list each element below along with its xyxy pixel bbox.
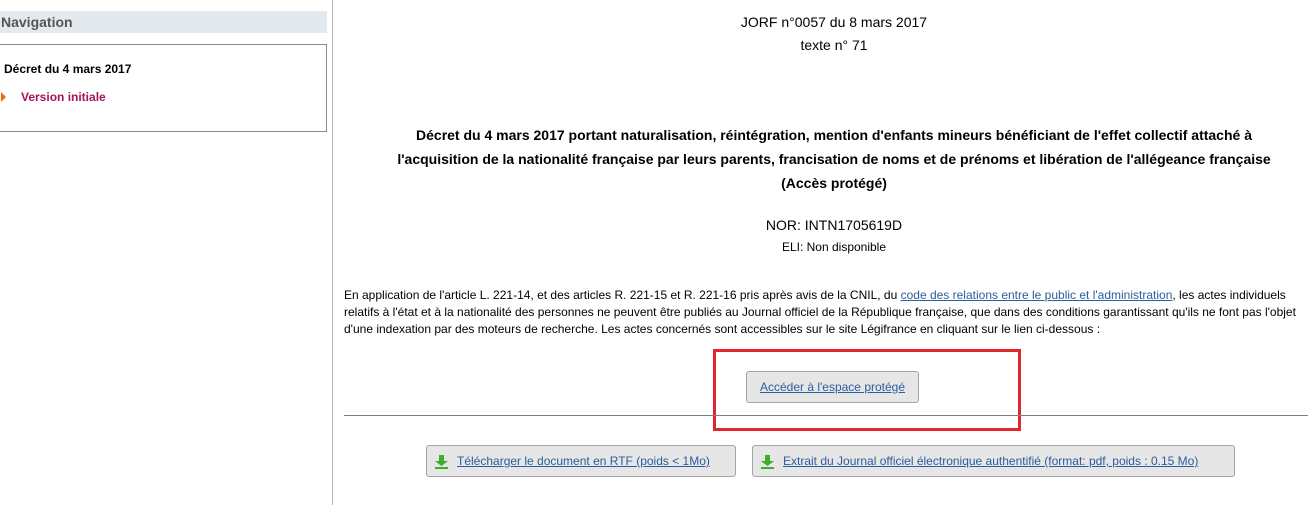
download-arrow-icon <box>761 455 774 469</box>
main-content: JORF n°0057 du 8 mars 2017 texte n° 71 D… <box>334 0 1308 505</box>
sidebar: Navigation Décret du 4 mars 2017 Version… <box>0 0 333 505</box>
page: Navigation Décret du 4 mars 2017 Version… <box>0 0 1308 505</box>
download-rtf-label: Télécharger le document en RTF (poids < … <box>457 454 710 468</box>
download-rtf-button[interactable]: Télécharger le document en RTF (poids < … <box>426 445 736 477</box>
decree-title-line-2: l'acquisition de la nationalité français… <box>397 151 1271 167</box>
navigation-header: Navigation <box>0 11 327 33</box>
decree-title-line-1: Décret du 4 mars 2017 portant naturalisa… <box>416 127 1252 143</box>
jorf-header: JORF n°0057 du 8 mars 2017 texte n° 71 <box>334 11 1308 57</box>
eli-status: ELI: Non disponible <box>781 240 887 254</box>
access-protected-space-button[interactable]: Accéder à l'espace protégé <box>746 371 919 403</box>
code-relations-link[interactable]: code des relations entre le public et l'… <box>901 288 1173 302</box>
navigation-box: Décret du 4 mars 2017 Version initiale <box>0 44 327 132</box>
nor-code: NOR: INTN1705619D <box>765 217 903 233</box>
legal-notice-paragraph: En application de l'article L. 221-14, e… <box>344 287 1308 338</box>
texte-number: texte n° 71 <box>800 37 868 53</box>
download-jo-label: Extrait du Journal officiel électronique… <box>783 454 1199 468</box>
decree-title-line-3: (Accès protégé) <box>781 175 887 191</box>
nav-decree-title: Décret du 4 mars 2017 <box>4 62 132 76</box>
download-jo-extract-button[interactable]: Extrait du Journal officiel électronique… <box>752 445 1235 477</box>
decree-title: Décret du 4 mars 2017 portant naturalisa… <box>334 123 1308 195</box>
divider <box>344 415 1308 416</box>
nav-version-initiale-link[interactable]: Version initiale <box>1 90 106 104</box>
download-arrow-icon <box>435 455 448 469</box>
nav-version-label: Version initiale <box>21 90 106 104</box>
jorf-number: JORF n°0057 du 8 mars 2017 <box>740 14 928 30</box>
notice-text-before: En application de l'article L. 221-14, e… <box>344 288 901 302</box>
triangle-right-icon <box>1 92 6 102</box>
